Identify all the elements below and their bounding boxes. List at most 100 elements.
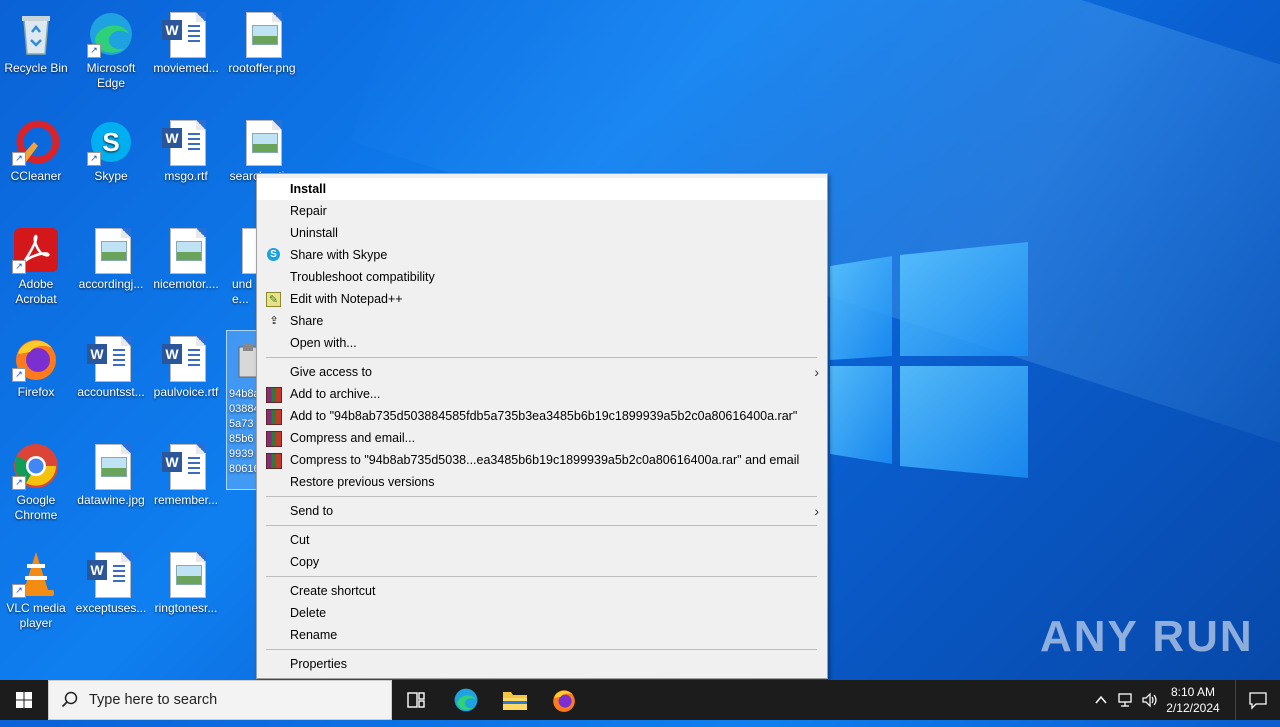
desktop-icon-vlc[interactable]: ↗ VLC media player xyxy=(0,544,72,631)
menu-item-label: Install xyxy=(290,182,327,196)
folder-icon xyxy=(503,692,527,710)
taskbar-firefox-button[interactable] xyxy=(540,680,588,720)
taskbar-file-explorer-button[interactable] xyxy=(491,680,539,720)
desktop-icon-ccleaner[interactable]: ↗ CCleaner xyxy=(0,112,72,184)
search-icon xyxy=(61,691,78,708)
menu-item-open-with[interactable]: Open with... xyxy=(257,332,827,354)
task-view-button[interactable] xyxy=(392,680,440,720)
menu-item-label: Compress and email... xyxy=(290,431,416,445)
menu-item-share[interactable]: ⇪ Share xyxy=(257,310,827,332)
desktop-icon-firefox[interactable]: ↗ Firefox xyxy=(0,328,72,400)
desktop-icon-recycle-bin[interactable]: Recycle Bin xyxy=(0,4,72,76)
desktop-icon-ringtonesr[interactable]: ringtonesr... xyxy=(150,544,222,616)
menu-item-rename[interactable]: Rename xyxy=(257,624,827,646)
menu-item-cut[interactable]: Cut xyxy=(257,529,827,551)
word-document-icon: W xyxy=(162,334,210,382)
menu-item-label: Edit with Notepad++ xyxy=(290,292,403,306)
network-tray-button[interactable] xyxy=(1117,680,1137,720)
icon-label: accordingj... xyxy=(78,277,144,291)
desktop-icon-adobe-acrobat[interactable]: ↗ Adobe Acrobat xyxy=(0,220,72,307)
clock-time: 8:10 AM xyxy=(1170,685,1216,699)
desktop-icon-rootoffer[interactable]: rootoffer.png xyxy=(226,4,298,76)
menu-item-uninstall[interactable]: Uninstall xyxy=(257,222,827,244)
menu-item-share-with-skype[interactable]: S Share with Skype xyxy=(257,244,827,266)
desktop-icon-google-chrome[interactable]: ↗ Google Chrome xyxy=(0,436,72,523)
menu-item-label: Give access to xyxy=(290,365,372,379)
icon-label: unde... xyxy=(232,277,253,306)
menu-separator xyxy=(266,649,817,650)
menu-item-send-to[interactable]: Send to › xyxy=(257,500,827,522)
menu-item-label: Properties xyxy=(290,657,347,671)
menu-item-compress-and-email[interactable]: Compress and email... xyxy=(257,427,827,449)
shortcut-arrow-icon: ↗ xyxy=(12,152,26,166)
shortcut-arrow-icon: ↗ xyxy=(12,368,26,382)
firefox-icon xyxy=(553,690,575,712)
menu-item-repair[interactable]: Repair xyxy=(257,200,827,222)
winrar-icon xyxy=(266,431,282,447)
desktop-icon-msgo[interactable]: W msgo.rtf xyxy=(150,112,222,184)
desktop-icon-nicemotor[interactable]: nicemotor.... xyxy=(150,220,222,292)
selected-file-icon[interactable]: 94b8a 03884 5a73 85b6 9939 80616 xyxy=(226,330,260,490)
taskbar-search-box[interactable]: Type here to search xyxy=(48,680,392,720)
menu-item-label: Send to xyxy=(290,504,334,518)
icon-label: Google Chrome xyxy=(14,493,58,522)
menu-item-install[interactable]: Install xyxy=(257,178,827,200)
desktop-icon-microsoft-edge[interactable]: ↗ Microsoft Edge xyxy=(75,4,147,91)
image-file-icon xyxy=(238,10,286,58)
taskbar-clock[interactable]: 8:10 AM 2/12/2024 xyxy=(1158,684,1228,716)
notification-icon xyxy=(1249,692,1267,710)
desktop-icon-remember[interactable]: W remember... xyxy=(150,436,222,508)
word-document-icon: W xyxy=(162,442,210,490)
action-center-button[interactable] xyxy=(1235,680,1280,720)
menu-item-add-to-archive[interactable]: Add to archive... xyxy=(257,383,827,405)
taskbar-edge-button[interactable] xyxy=(442,680,490,720)
shortcut-arrow-icon: ↗ xyxy=(87,152,101,166)
menu-item-create-shortcut[interactable]: Create shortcut xyxy=(257,580,827,602)
desktop-icon-paulvoice[interactable]: W paulvoice.rtf xyxy=(150,328,222,400)
desktop-icon-unde[interactable]: unde... xyxy=(226,220,258,307)
menu-item-label: Add to archive... xyxy=(290,387,381,401)
ccleaner-icon: ↗ xyxy=(12,118,60,166)
menu-item-label: Add to "94b8ab735d503884585fdb5a735b3ea3… xyxy=(290,409,798,423)
vlc-cone-icon: ↗ xyxy=(12,550,60,598)
menu-item-add-to-rar[interactable]: Add to "94b8ab735d503884585fdb5a735b3ea3… xyxy=(257,405,827,427)
icon-label: VLC media player xyxy=(6,601,66,630)
desktop-icon-skype[interactable]: S ↗ Skype xyxy=(75,112,147,184)
menu-item-troubleshoot-compatibility[interactable]: Troubleshoot compatibility xyxy=(257,266,827,288)
icon-label: Skype xyxy=(94,169,128,183)
word-document-icon xyxy=(234,226,258,274)
image-file-icon xyxy=(87,226,135,274)
menu-item-label: Compress to "94b8ab735d5038...ea3485b6b1… xyxy=(290,453,800,467)
icon-label: msgo.rtf xyxy=(164,169,208,183)
skype-icon: S xyxy=(267,248,280,261)
menu-item-edit-with-notepadpp[interactable]: ✎ Edit with Notepad++ xyxy=(257,288,827,310)
menu-item-label: Troubleshoot compatibility xyxy=(290,270,435,284)
windows-start-icon xyxy=(16,692,32,708)
menu-item-properties[interactable]: Properties xyxy=(257,653,827,675)
chevron-right-icon: › xyxy=(814,503,819,519)
desktop-icon-datawine[interactable]: datawine.jpg xyxy=(75,436,147,508)
menu-item-delete[interactable]: Delete xyxy=(257,602,827,624)
edge-icon xyxy=(454,688,478,712)
start-button[interactable] xyxy=(0,680,48,720)
icon-label: Firefox xyxy=(17,385,55,399)
menu-item-give-access-to[interactable]: Give access to › xyxy=(257,361,827,383)
desktop-icon-accordingj[interactable]: accordingj... xyxy=(75,220,147,292)
clock-date: 2/12/2024 xyxy=(1166,701,1220,715)
selected-file-label: 94b8a 03884 5a73 85b6 9939 80616 xyxy=(229,388,260,475)
menu-item-compress-to-rar-and-email[interactable]: Compress to "94b8ab735d5038...ea3485b6b1… xyxy=(257,449,827,471)
desktop-icon-moviemed[interactable]: W moviemed... xyxy=(150,4,222,76)
desktop-icon-exceptuses[interactable]: W exceptuses... xyxy=(75,544,147,616)
menu-item-restore-previous-versions[interactable]: Restore previous versions xyxy=(257,471,827,493)
anyrun-watermark: ANY RUN xyxy=(1040,612,1254,661)
task-view-icon xyxy=(407,692,425,708)
share-icon: ⇪ xyxy=(269,315,279,327)
menu-separator xyxy=(266,576,817,577)
word-document-icon: W xyxy=(162,118,210,166)
speaker-icon xyxy=(1142,692,1157,708)
menu-item-label: Restore previous versions xyxy=(290,475,435,489)
desktop-icon-accountsst[interactable]: W accountsst... xyxy=(75,328,147,400)
show-hidden-icons-button[interactable] xyxy=(1094,680,1112,720)
winrar-icon xyxy=(266,453,282,469)
menu-item-copy[interactable]: Copy xyxy=(257,551,827,573)
